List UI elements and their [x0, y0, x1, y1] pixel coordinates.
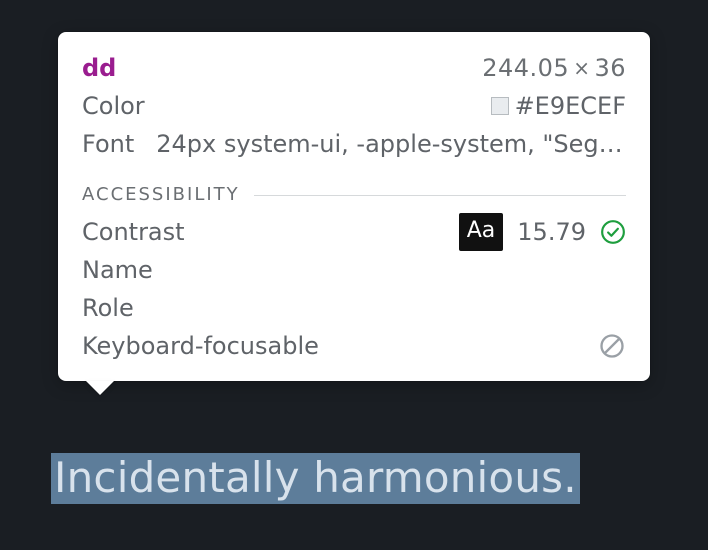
contrast-value-group: Aa 15.79 [459, 213, 626, 251]
keyboard-label: Keyboard-focusable [82, 328, 319, 365]
contrast-chip: Aa [459, 213, 504, 251]
accessibility-section-header: ACCESSIBILITY [82, 181, 626, 209]
role-label: Role [82, 290, 134, 327]
contrast-value: 15.79 [517, 214, 586, 251]
times-icon: × [569, 56, 594, 80]
font-value: 24px system-ui, -apple-system, "Segoe… [156, 126, 626, 163]
color-swatch [491, 97, 509, 115]
name-row: Name [82, 251, 626, 289]
dim-height: 36 [594, 54, 626, 82]
dim-width: 244.05 [482, 54, 569, 82]
section-rule [254, 195, 626, 196]
check-circle-icon [600, 219, 626, 245]
name-label: Name [82, 252, 153, 289]
role-row: Role [82, 289, 626, 327]
element-tag: dd [82, 50, 116, 87]
color-value: #E9ECEF [491, 88, 626, 125]
color-hex: #E9ECEF [515, 92, 626, 120]
element-dimensions: 244.05×36 [482, 50, 626, 87]
highlighted-text[interactable]: Incidentally harmonious. [51, 453, 580, 504]
font-row: Font 24px system-ui, -apple-system, "Seg… [82, 126, 626, 163]
contrast-label: Contrast [82, 214, 185, 251]
color-label: Color [82, 88, 145, 125]
element-inspector-tooltip: dd 244.05×36 Color #E9ECEF Font 24px sys… [58, 32, 650, 381]
accessibility-title: ACCESSIBILITY [82, 181, 240, 209]
not-allowed-icon [598, 332, 626, 360]
tag-dimensions-row: dd 244.05×36 [82, 50, 626, 88]
contrast-row: Contrast Aa 15.79 [82, 213, 626, 251]
font-label: Font [82, 126, 134, 163]
color-row: Color #E9ECEF [82, 88, 626, 126]
keyboard-row: Keyboard-focusable [82, 327, 626, 365]
